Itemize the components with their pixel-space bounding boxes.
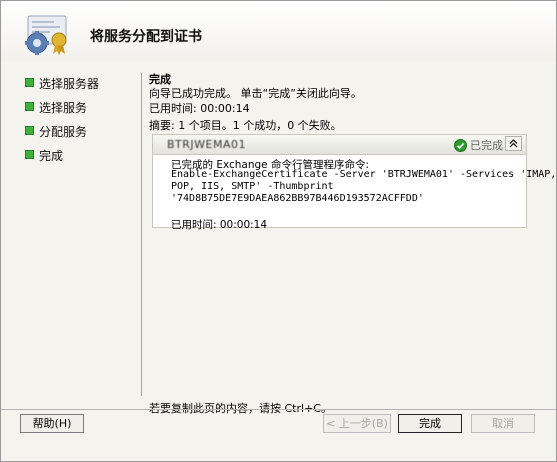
back-button[interactable]: < 上一步(B)	[323, 414, 391, 433]
command-intro: 已完成的 Exchange 命令行管理程序命令:	[171, 159, 370, 171]
certificate-gear-icon	[20, 12, 72, 56]
green-square-bullet-icon	[25, 126, 34, 135]
step-select-services: 选择服务	[25, 99, 99, 123]
wizard-window: 将服务分配到证书 选择服务器 选择服务 分配服务 完成 完成 向导已成功完成。 …	[0, 0, 557, 462]
help-button[interactable]: 帮助(H)	[20, 414, 84, 433]
green-square-bullet-icon	[25, 78, 34, 87]
green-square-bullet-icon	[25, 150, 34, 159]
step-label: 完成	[39, 149, 64, 163]
cancel-button[interactable]: 取消	[471, 414, 535, 433]
sidebar-divider	[141, 73, 142, 396]
collapse-button[interactable]	[505, 136, 522, 151]
step-assign-services: 分配服务	[25, 123, 99, 147]
footer-divider	[1, 409, 556, 410]
command-line: '74D8B75DE7E9DAEA862BB97B446D193572ACFFD…	[171, 193, 424, 204]
command-line: POP, IIS, SMTP' -Thumbprint	[171, 181, 334, 192]
wizard-header: 将服务分配到证书	[1, 1, 556, 61]
panel-elapsed-time: 已用时间: 00:00:14	[171, 219, 268, 231]
checkmark-circle-icon	[454, 138, 467, 152]
finish-button[interactable]: 完成	[398, 414, 462, 433]
command-line: Enable-ExchangeCertificate -Server 'BTRJ…	[171, 169, 557, 180]
copy-hint: 若要复制此页的内容，请按 Ctrl+C。	[149, 402, 332, 415]
step-label: 选择服务	[39, 101, 88, 115]
step-completion: 完成	[25, 147, 99, 171]
wizard-message: 向导已成功完成。 单击“完成”关闭此向导。	[149, 87, 362, 100]
step-select-server: 选择服务器	[25, 75, 99, 99]
result-panel-header: BTRJWEMA01 已完成	[153, 135, 526, 155]
status-text: 已完成	[470, 139, 503, 152]
server-name: BTRJWEMA01	[167, 138, 246, 151]
green-square-bullet-icon	[25, 102, 34, 111]
double-chevron-up-icon	[509, 139, 518, 148]
summary-text: 摘要: 1 个项目。1 个成功，0 个失败。	[149, 119, 342, 132]
wizard-steps: 选择服务器 选择服务 分配服务 完成	[25, 75, 99, 171]
status-badge: 已完成	[454, 137, 503, 153]
page-title: 将服务分配到证书	[90, 29, 202, 45]
step-label: 分配服务	[39, 125, 88, 139]
result-panel-body: 已完成的 Exchange 命令行管理程序命令: Enable-Exchange…	[171, 157, 557, 231]
section-title: 完成	[149, 73, 171, 86]
elapsed-time: 已用时间: 00:00:14	[149, 102, 250, 115]
completion-summary: 完成 向导已成功完成。 单击“完成”关闭此向导。 已用时间: 00:00:14 …	[149, 71, 541, 132]
step-label: 选择服务器	[39, 77, 100, 91]
result-panel: BTRJWEMA01 已完成 已完成的 Exchange 命令行管理程序命令: …	[152, 134, 556, 231]
